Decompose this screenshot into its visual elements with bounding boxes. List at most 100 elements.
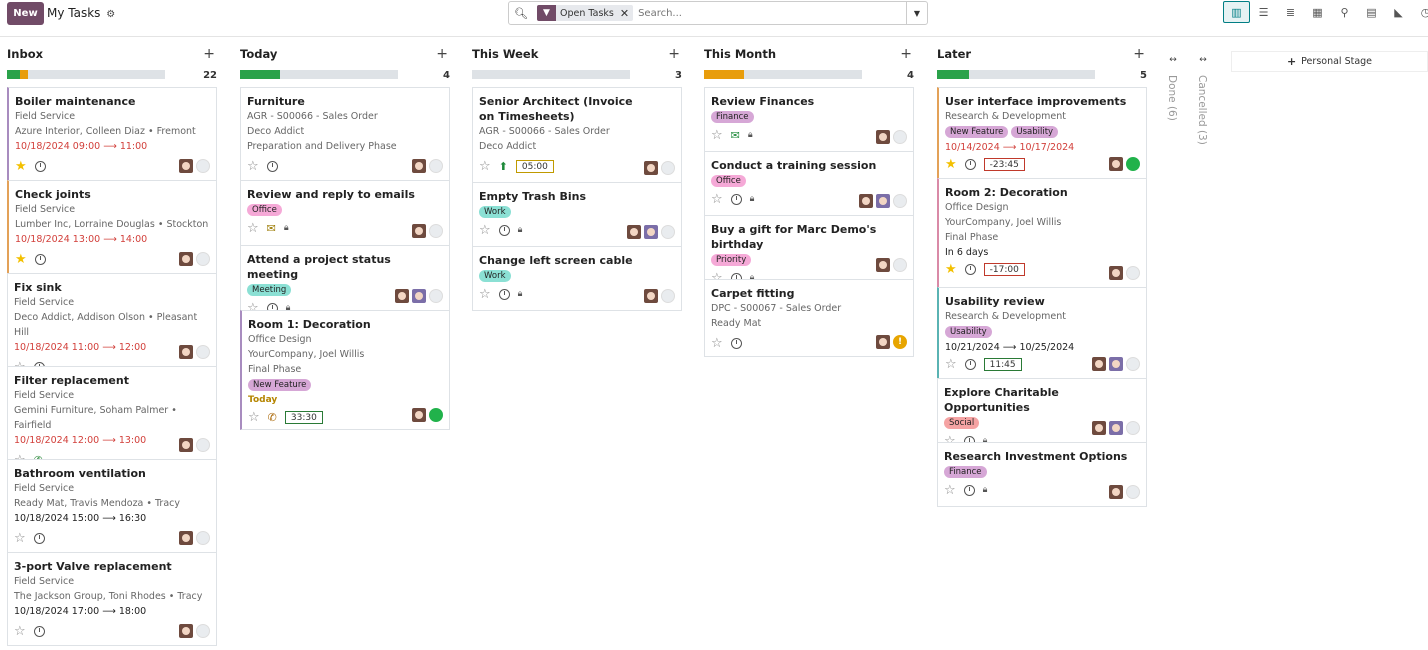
task-card[interactable]: Carpet fitting DPC - S00067 - Sales Orde… (704, 279, 914, 357)
status-dot[interactable] (196, 438, 210, 452)
star-icon[interactable]: ☆ (944, 484, 956, 497)
email-icon[interactable]: ✉ (731, 129, 740, 142)
expand-icon[interactable]: ↔ (1166, 55, 1180, 65)
clock-icon[interactable] (730, 337, 742, 349)
star-icon[interactable]: ★ (945, 158, 957, 171)
add-task-icon[interactable]: + (203, 46, 217, 62)
list-grouped-view-icon[interactable]: ≣ (1277, 1, 1304, 23)
calendar-view-icon[interactable]: ▦ (1304, 1, 1331, 23)
avatar[interactable] (179, 252, 193, 266)
task-card[interactable]: Empty Trash Bins Work ☆ 🔒︎ (472, 182, 682, 247)
avatar[interactable] (1109, 157, 1123, 171)
avatar[interactable] (1109, 485, 1123, 499)
star-icon[interactable]: ☆ (479, 288, 491, 301)
task-card[interactable]: Boiler maintenance Field Service Azure I… (7, 87, 217, 181)
status-dot[interactable] (1126, 157, 1140, 171)
task-card[interactable]: Senior Architect (Invoice on Timesheets)… (472, 87, 682, 183)
status-dot[interactable] (429, 289, 443, 303)
status-dot[interactable] (661, 289, 675, 303)
clock-icon[interactable] (730, 193, 742, 205)
clock-icon[interactable] (963, 484, 975, 496)
task-card[interactable]: Conduct a training session Office ☆ 🔒︎ (704, 151, 914, 216)
task-card[interactable]: Furniture AGR - S00066 - Sales Order Dec… (240, 87, 450, 181)
status-dot[interactable] (196, 345, 210, 359)
add-task-icon[interactable]: + (1133, 46, 1147, 62)
star-icon[interactable]: ☆ (711, 129, 723, 142)
task-card[interactable]: Change left screen cable Work ☆ 🔒︎ (472, 246, 682, 311)
search-icon[interactable]: 🔍︎ (509, 7, 533, 20)
task-card[interactable]: Bathroom ventilation Field Service Ready… (7, 459, 217, 553)
avatar[interactable] (412, 224, 426, 238)
pivot-view-icon[interactable]: ▤ (1358, 1, 1385, 23)
timer[interactable]: -17:00 (983, 262, 1025, 276)
avatar[interactable] (644, 225, 658, 239)
avatar[interactable] (644, 161, 658, 175)
status-dot[interactable] (893, 258, 907, 272)
timer[interactable]: -23:45 (983, 157, 1025, 171)
clock-icon[interactable] (33, 532, 45, 544)
clock-icon[interactable] (266, 160, 278, 172)
avatar[interactable] (1109, 357, 1123, 371)
clock-icon[interactable] (498, 224, 510, 236)
search-input[interactable] (638, 7, 906, 19)
column-progress-bar[interactable] (937, 70, 1095, 79)
status-dot[interactable] (196, 159, 210, 173)
task-card[interactable]: Fix sink Field Service Deco Addict, Addi… (7, 273, 217, 374)
avatar[interactable] (1092, 421, 1106, 435)
activity-view-icon[interactable]: ◷ (1412, 1, 1428, 23)
avatar[interactable] (179, 438, 193, 452)
timer[interactable]: 11:45 (983, 357, 1022, 371)
task-card[interactable]: Research Investment Options Finance ☆ 🔒︎ (937, 442, 1147, 507)
status-dot[interactable] (661, 161, 675, 175)
star-icon[interactable]: ☆ (247, 222, 259, 235)
avatar[interactable] (412, 289, 426, 303)
avatar[interactable] (1109, 266, 1123, 280)
list-view-icon[interactable]: ☰ (1250, 1, 1277, 23)
avatar[interactable] (179, 531, 193, 545)
avatar[interactable] (412, 408, 426, 422)
star-icon[interactable]: ☆ (14, 532, 26, 545)
star-icon[interactable]: ★ (945, 263, 957, 276)
column-progress-bar[interactable] (7, 70, 165, 79)
status-dot[interactable] (893, 194, 907, 208)
task-card[interactable]: Attend a project status meeting Meeting … (240, 245, 450, 315)
task-card[interactable]: Explore Charitable Opportunities Social … (937, 378, 1147, 448)
kanban-view-icon[interactable]: ▥ (1223, 1, 1250, 23)
task-card[interactable]: Check joints Field Service Lumber Inc, L… (7, 180, 217, 274)
star-icon[interactable]: ☆ (711, 193, 723, 206)
upload-icon[interactable]: ⬆ (499, 160, 508, 173)
star-icon[interactable]: ☆ (247, 160, 259, 173)
status-dot[interactable] (429, 408, 443, 422)
avatar[interactable] (876, 194, 890, 208)
status-dot[interactable] (661, 225, 675, 239)
task-card[interactable]: Room 2: Decoration Office Design YourCom… (937, 178, 1147, 288)
status-dot[interactable] (1126, 421, 1140, 435)
map-view-icon[interactable]: ⚲ (1331, 1, 1358, 23)
status-dot[interactable] (1126, 266, 1140, 280)
clock-icon[interactable] (964, 263, 976, 275)
status-dot[interactable] (1126, 357, 1140, 371)
star-icon[interactable]: ☆ (479, 160, 491, 173)
avatar[interactable] (859, 194, 873, 208)
avatar[interactable] (179, 159, 193, 173)
status-dot[interactable] (429, 224, 443, 238)
avatar[interactable] (395, 289, 409, 303)
avatar[interactable] (627, 225, 641, 239)
status-dot[interactable] (1126, 485, 1140, 499)
timer[interactable]: 33:30 (284, 410, 323, 424)
new-button[interactable]: New (7, 2, 44, 25)
email-icon[interactable]: ✉ (267, 222, 276, 235)
expand-icon[interactable]: ↔ (1196, 55, 1210, 65)
star-icon[interactable]: ☆ (248, 411, 260, 424)
graph-view-icon[interactable]: ◣ (1385, 1, 1412, 23)
warning-icon[interactable]: ! (893, 335, 907, 349)
folded-column-done[interactable]: ↔ Done (6) (1166, 55, 1180, 121)
clock-icon[interactable] (34, 253, 46, 265)
avatar[interactable] (876, 335, 890, 349)
star-icon[interactable]: ★ (15, 160, 27, 173)
task-card[interactable]: Review Finances Finance ☆ ✉ 🔒︎ (704, 87, 914, 152)
clock-icon[interactable] (964, 358, 976, 370)
gear-icon[interactable]: ⚙ (106, 9, 115, 20)
clock-icon[interactable] (498, 288, 510, 300)
task-card[interactable]: Usability review Research & Development … (937, 287, 1147, 379)
